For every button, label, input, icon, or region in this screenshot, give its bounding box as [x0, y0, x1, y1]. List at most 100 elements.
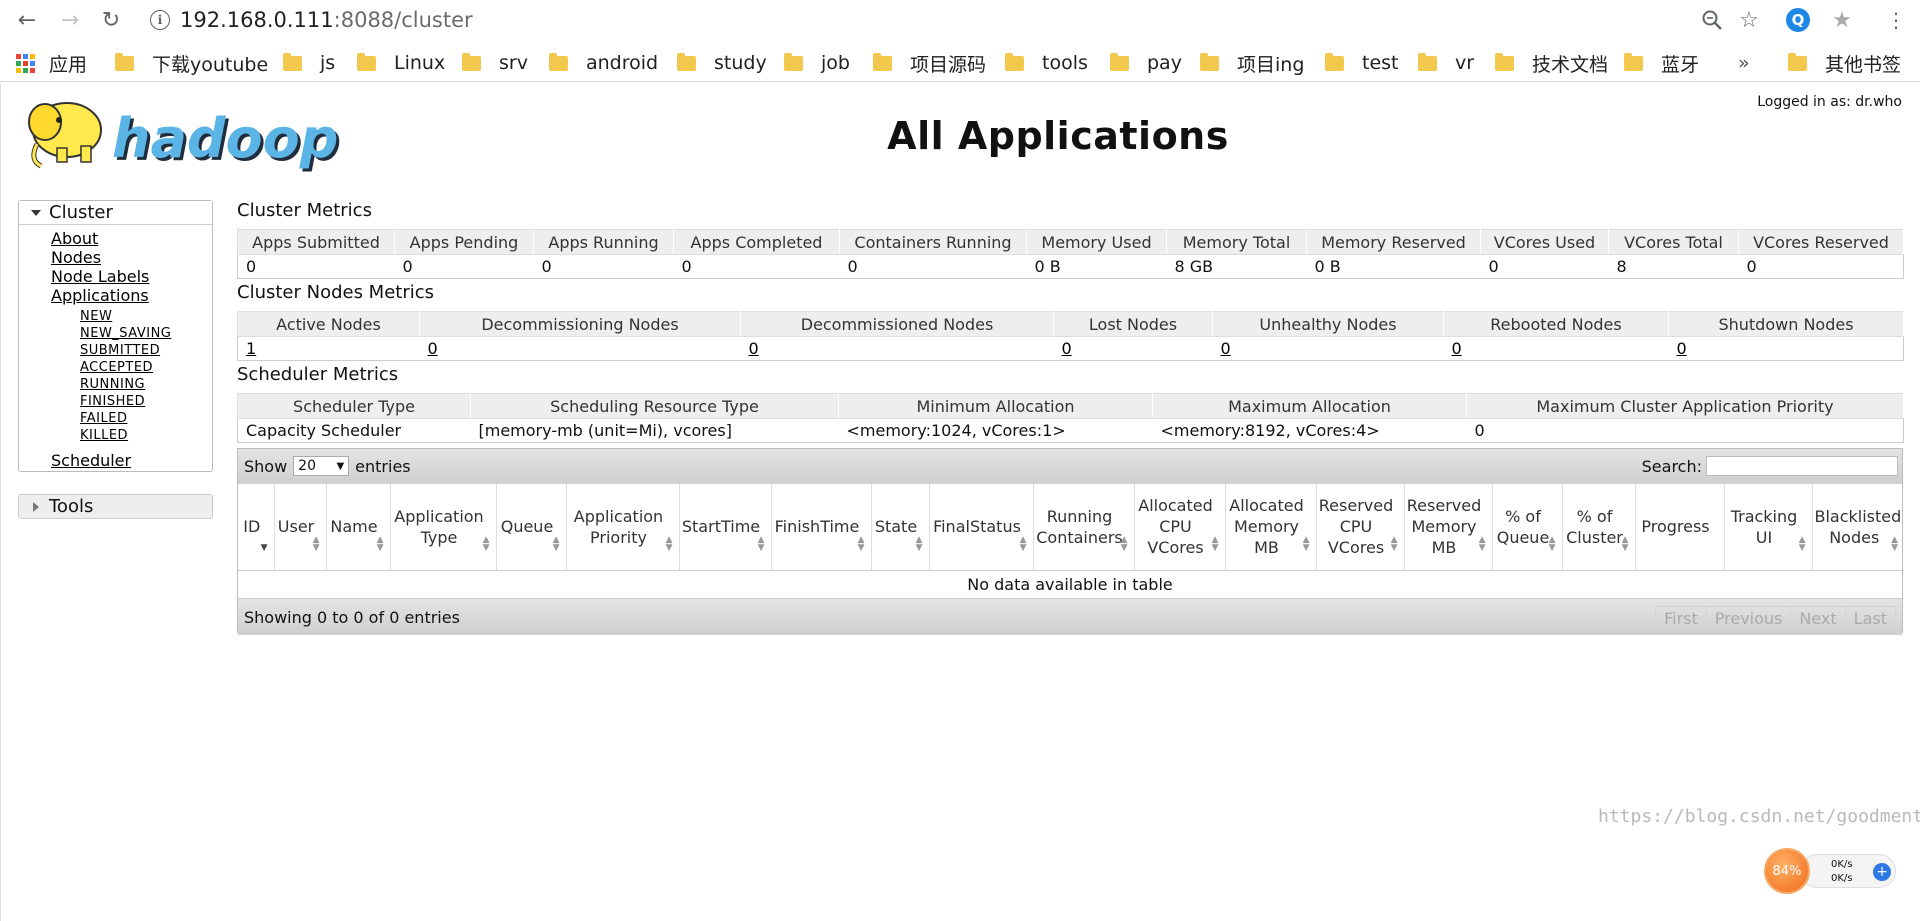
nav-tools-header[interactable]: Tools: [18, 494, 213, 519]
extension-elephant-icon[interactable]: ★: [1828, 6, 1856, 34]
col-header-allocated-cpu[interactable]: Allocated CPU VCores ▲ ▼: [1134, 484, 1226, 571]
col-label: Application Priority: [573, 506, 664, 547]
bookmark-label: study: [714, 52, 767, 74]
col-header-state[interactable]: State ▲ ▼: [871, 484, 930, 571]
nav-state-new[interactable]: NEW: [80, 309, 112, 324]
col-header-id[interactable]: ID ▼: [238, 484, 275, 571]
pager-previous-button[interactable]: Previous: [1705, 605, 1792, 631]
bookmark-folder[interactable]: test: [1325, 50, 1399, 76]
plus-icon[interactable]: +: [1873, 863, 1891, 881]
bookmark-folder[interactable]: study: [677, 50, 767, 76]
col-header-application-priority[interactable]: Application Priority ▲ ▼: [566, 484, 680, 571]
metric-header: Memory Total: [1166, 229, 1307, 255]
pager-first-button[interactable]: First: [1655, 605, 1707, 631]
col-header-start-time[interactable]: StartTime ▲ ▼: [679, 484, 772, 571]
other-bookmarks[interactable]: 其他书签: [1788, 50, 1901, 76]
folder-icon: [462, 52, 481, 71]
node-count-link-decommissioning[interactable]: 0: [428, 339, 438, 358]
nav-state-killed[interactable]: KILLED: [80, 428, 128, 443]
nav-state-failed[interactable]: FAILED: [80, 411, 127, 426]
node-count-link-unhealthy[interactable]: 0: [1221, 339, 1231, 358]
nav-link-node-labels[interactable]: Node Labels: [51, 267, 149, 286]
metric-value: Capacity Scheduler: [237, 418, 471, 443]
col-header-blacklisted-nodes[interactable]: Blacklisted Nodes ▲ ▼: [1812, 484, 1904, 571]
folder-icon: [1788, 52, 1807, 71]
bookmark-label: srv: [499, 52, 528, 74]
bookmark-folder[interactable]: android: [549, 50, 658, 76]
table-info-bar: Showing 0 to 0 of 0 entries First Previo…: [238, 597, 1902, 635]
folder-icon: [357, 52, 376, 71]
bookmark-folder[interactable]: srv: [462, 50, 528, 76]
col-header-application-type[interactable]: Application Type ▲ ▼: [390, 484, 497, 571]
col-header-progress[interactable]: Progress: [1635, 484, 1725, 571]
bookmark-folder[interactable]: js: [283, 50, 335, 76]
bookmark-folder[interactable]: vr: [1418, 50, 1474, 76]
search-input[interactable]: [1706, 456, 1898, 476]
nav-state-submitted[interactable]: SUBMITTED: [80, 343, 160, 358]
col-header-percent-queue[interactable]: % of Queue ▲ ▼: [1492, 484, 1563, 571]
nav-state-finished[interactable]: FINISHED: [80, 394, 145, 409]
col-header-queue[interactable]: Queue ▲ ▼: [496, 484, 567, 571]
pager-last-button[interactable]: Last: [1844, 605, 1896, 631]
col-header-reserved-memory[interactable]: Reserved Memory MB ▲ ▼: [1404, 484, 1493, 571]
nav-link-applications[interactable]: Applications: [51, 286, 149, 305]
col-header-reserved-cpu[interactable]: Reserved CPU VCores ▲ ▼: [1316, 484, 1405, 571]
nav-state-accepted[interactable]: ACCEPTED: [80, 360, 153, 375]
node-count-link-shutdown[interactable]: 0: [1677, 339, 1687, 358]
address-bar[interactable]: i 192.168.0.111:8088/cluster: [140, 5, 1765, 35]
bookmark-folder[interactable]: 下载youtube: [115, 50, 268, 76]
watermark: https://blog.csdn.net/goodmentc: [1598, 806, 1920, 827]
col-header-name[interactable]: Name ▲ ▼: [326, 484, 391, 571]
bookmark-folder[interactable]: 项目源码: [873, 50, 986, 76]
col-header-user[interactable]: User ▲ ▼: [274, 484, 327, 571]
col-header-finish-time[interactable]: FinishTime ▲ ▼: [771, 484, 872, 571]
node-count-link-rebooted[interactable]: 0: [1452, 339, 1462, 358]
nav-link-nodes[interactable]: Nodes: [51, 248, 101, 267]
bookmark-star-icon[interactable]: ☆: [1735, 6, 1763, 34]
bookmark-folder[interactable]: 项目ing: [1200, 50, 1304, 76]
metric-value: 0: [394, 254, 534, 279]
bookmarks-overflow-button[interactable]: »: [1738, 50, 1750, 76]
zoom-icon[interactable]: [1698, 6, 1726, 34]
info-icon[interactable]: i: [150, 10, 170, 30]
metric-header: Decommissioning Nodes: [419, 311, 741, 337]
node-count-link-decommissioned[interactable]: 0: [749, 339, 759, 358]
pager-next-button[interactable]: Next: [1790, 605, 1846, 631]
col-header-final-status[interactable]: FinalStatus ▲ ▼: [929, 484, 1034, 571]
back-arrow-icon[interactable]: ←: [12, 6, 42, 34]
bookmark-folder[interactable]: tools: [1005, 50, 1088, 76]
metric-header: Decommissioned Nodes: [740, 311, 1054, 337]
folder-icon: [1005, 52, 1024, 71]
bookmark-folder[interactable]: 技术文档: [1495, 50, 1608, 76]
nav-link-about[interactable]: About: [51, 229, 98, 248]
apps-grid-icon: [16, 53, 35, 73]
nav-cluster-header[interactable]: Cluster: [19, 201, 212, 225]
col-header-tracking-ui[interactable]: Tracking UI ▲ ▼: [1724, 484, 1813, 571]
extension-button[interactable]: Q: [1784, 6, 1812, 34]
node-count-link-active[interactable]: 1: [246, 339, 256, 358]
col-header-running-containers[interactable]: Running Containers ▲ ▼: [1033, 484, 1135, 571]
bookmark-folder[interactable]: 蓝牙: [1624, 50, 1699, 76]
metric-header: Lost Nodes: [1053, 311, 1213, 337]
nav-link-scheduler[interactable]: Scheduler: [51, 451, 131, 470]
metric-header: Apps Completed: [673, 229, 840, 255]
node-count-link-lost[interactable]: 0: [1062, 339, 1072, 358]
col-header-allocated-memory[interactable]: Allocated Memory MB ▲ ▼: [1225, 484, 1317, 571]
menu-dots-icon[interactable]: ⋮: [1882, 6, 1910, 34]
folder-icon: [1200, 52, 1219, 71]
entries-select[interactable]: 20 ▼: [293, 456, 350, 476]
forward-arrow-icon[interactable]: →: [55, 6, 85, 34]
metric-value: 0: [673, 254, 840, 279]
bookmark-folder[interactable]: pay: [1110, 50, 1182, 76]
network-speed-widget[interactable]: 0K/s 0K/s + 84%: [1764, 848, 1899, 894]
reload-icon[interactable]: ↻: [96, 6, 126, 34]
bookmark-folder[interactable]: job: [784, 50, 850, 76]
nav-state-running[interactable]: RUNNING: [80, 377, 145, 392]
col-header-percent-cluster[interactable]: % of Cluster ▲ ▼: [1562, 484, 1636, 571]
bookmark-apps[interactable]: 应用: [16, 50, 87, 76]
bookmark-folder[interactable]: Linux: [357, 50, 445, 76]
extension-q-icon: Q: [1786, 8, 1810, 32]
nav-state-new-saving[interactable]: NEW_SAVING: [80, 326, 171, 341]
node-metrics-title: Cluster Nodes Metrics: [237, 282, 435, 303]
bookmark-label: 其他书签: [1825, 53, 1902, 76]
